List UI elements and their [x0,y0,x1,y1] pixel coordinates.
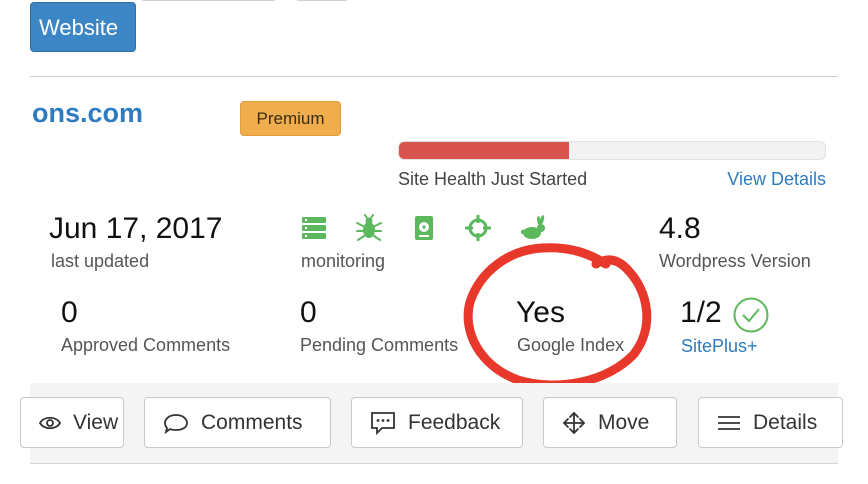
comment-icon [164,413,188,434]
google-index-label: Google Index [517,335,625,355]
site-health-fill [399,142,570,159]
eye-icon [39,416,61,429]
siteplus-link[interactable]: SitePlus+ [681,336,758,357]
details-label: Details [753,410,818,434]
move-label: Move [598,410,650,434]
feedback-label: Feedback [408,410,501,434]
last-updated-label: last updated [51,251,150,271]
site-name-link[interactable]: ons.com [32,98,143,129]
comments-button[interactable]: Comments [144,397,331,448]
bug-icon[interactable] [355,214,383,242]
feedback-button[interactable]: Feedback [351,397,523,448]
siteplus-value: 1/2 [680,296,722,329]
menu-icon [718,415,740,430]
pending-comments-value: 0 [300,296,317,329]
move-button[interactable]: Move [543,397,677,448]
wordpress-version-value: 4.8 [659,212,701,245]
site-health-label: Site Health Just Started [398,169,588,189]
monitoring-label: monitoring [301,251,386,271]
crosshair-icon[interactable] [464,214,492,242]
header-divider [30,76,838,77]
check-circle-icon [733,297,769,333]
bottom-divider [30,463,838,464]
top-select-partial[interactable] [295,0,349,1]
premium-badge: Premium [240,101,341,136]
details-button[interactable]: Details [698,397,843,448]
pending-comments-label: Pending Comments [300,335,459,355]
top-input-partial[interactable] [140,0,277,1]
rabbit-icon[interactable] [520,214,548,242]
approved-comments-label: Approved Comments [61,335,231,355]
add-website-label: Website [39,15,119,40]
add-website-button[interactable]: Website [30,2,136,52]
google-index-value: Yes [516,296,565,329]
approved-comments-value: 0 [61,296,78,329]
view-label: View [73,410,119,434]
move-icon [563,411,585,434]
last-updated-value: Jun 17, 2017 [49,212,223,245]
server-icon[interactable] [300,214,328,242]
view-details-link[interactable]: View Details [727,169,826,190]
site-health-bar [398,141,826,160]
hard-drive-icon[interactable] [410,214,438,242]
comments-label: Comments [201,410,303,434]
view-button[interactable]: View [20,397,124,448]
wordpress-version-label: Wordpress Version [659,251,811,271]
feedback-icon [371,411,395,435]
